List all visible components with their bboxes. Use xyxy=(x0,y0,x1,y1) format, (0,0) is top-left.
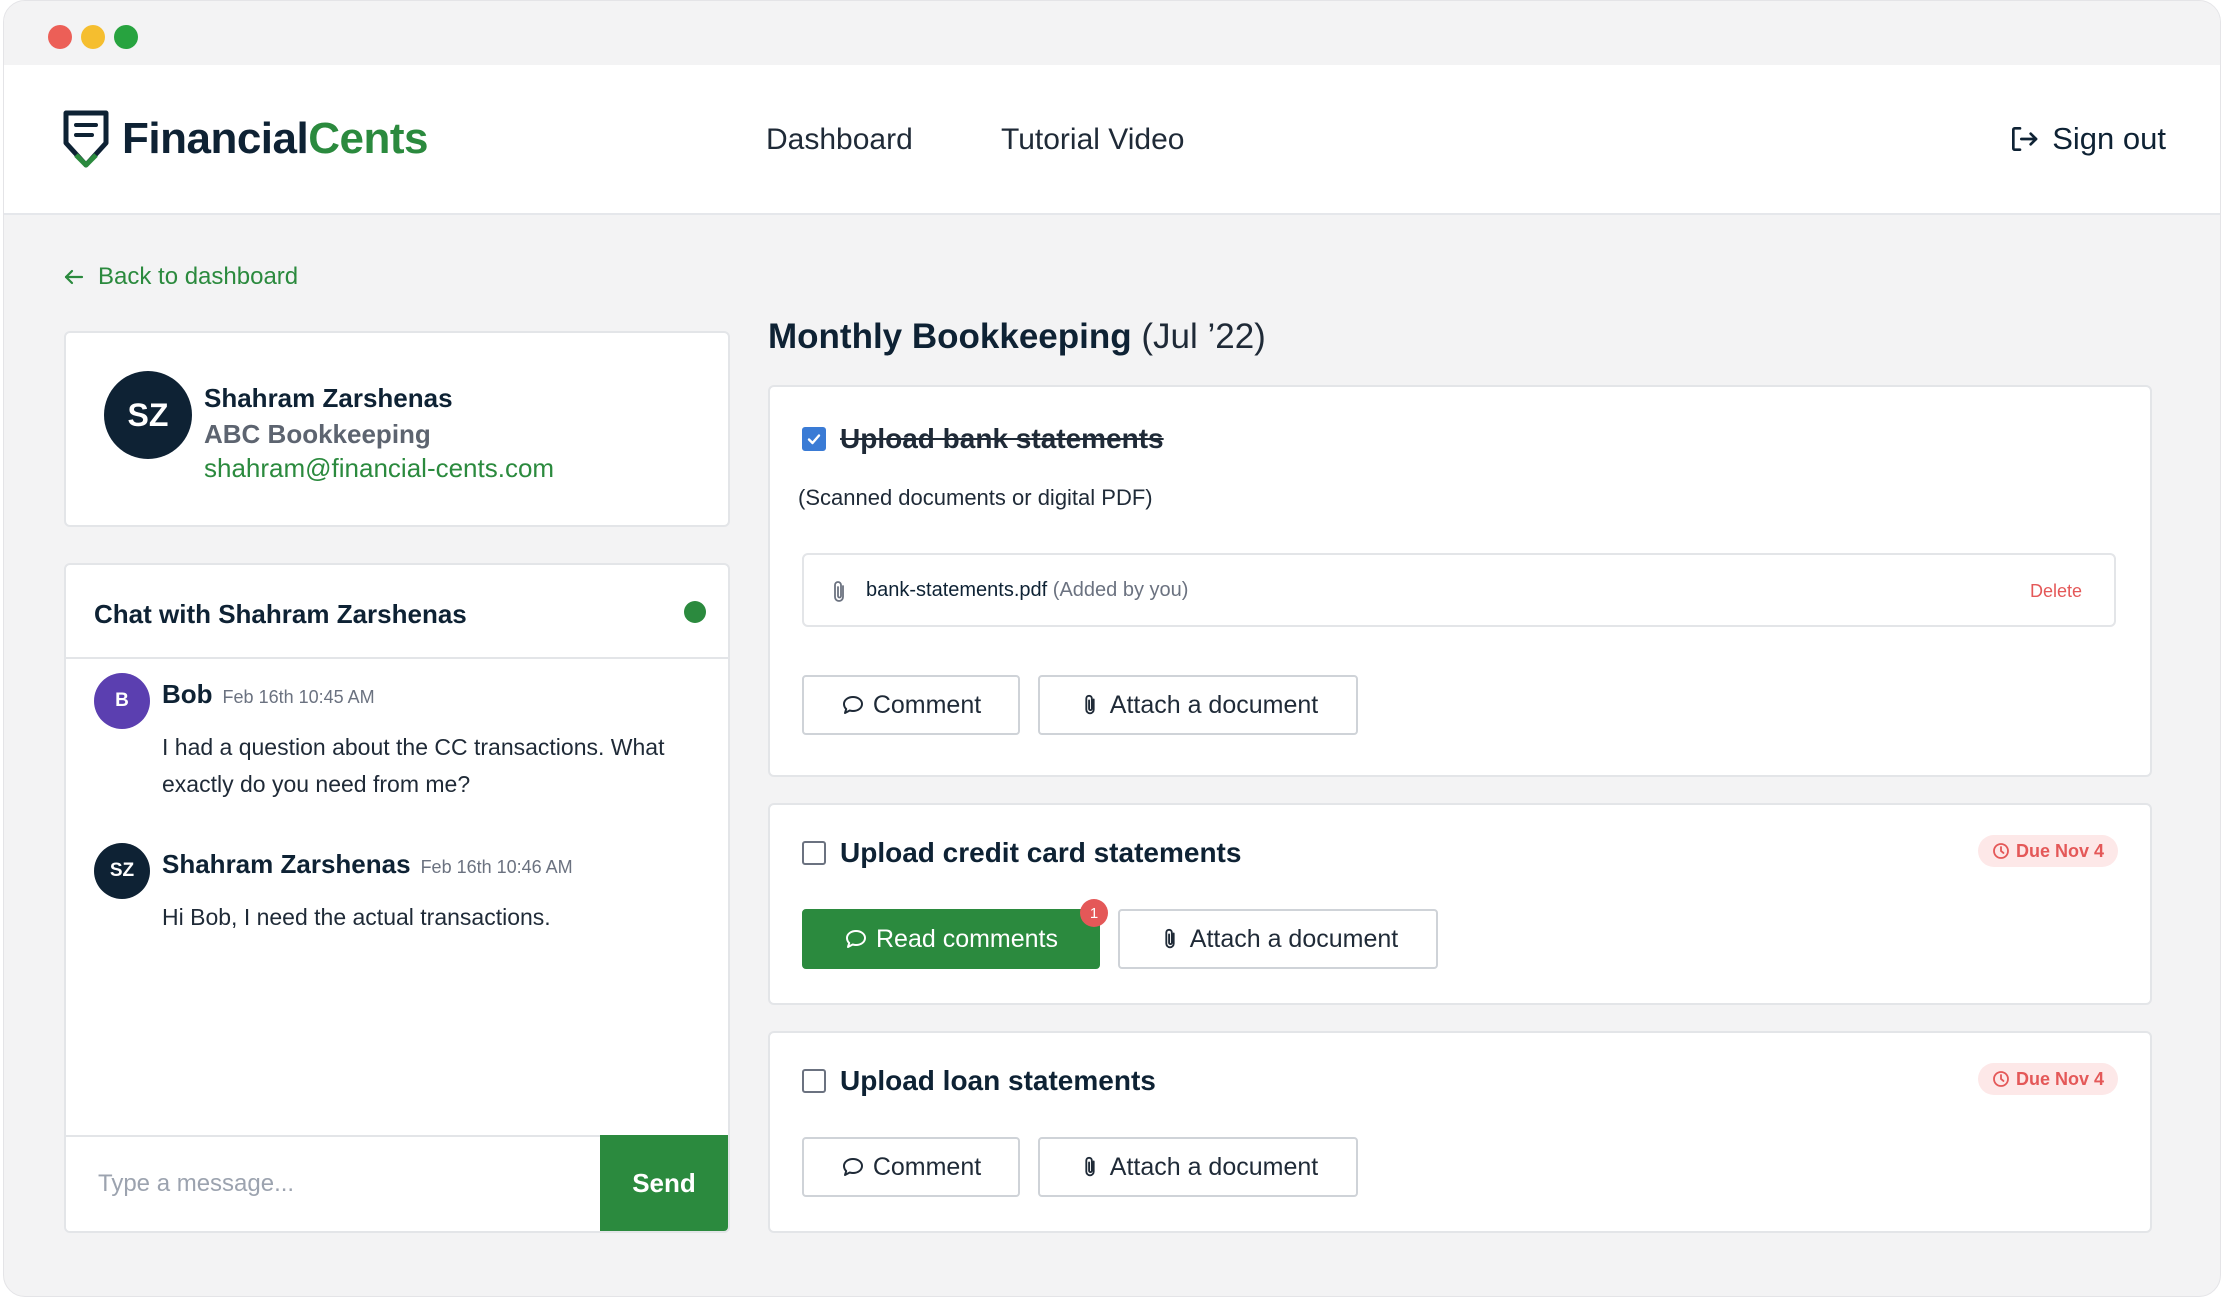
top-navbar: FinancialCents Dashboard Tutorial Video … xyxy=(4,65,2220,215)
comment-button-label: Comment xyxy=(872,690,982,719)
due-date-badge: Due Nov 4 xyxy=(1977,1063,2118,1095)
arrow-left-icon xyxy=(64,269,84,285)
attach-button-label: Attach a document xyxy=(1109,690,1319,719)
app-logo[interactable]: FinancialCents xyxy=(60,109,428,169)
task-title: Upload loan statements xyxy=(840,1065,1156,1096)
client-profile-card: SZ Shahram Zarshenas ABC Bookkeeping sha… xyxy=(64,331,730,527)
task-card: Upload loan statements Due Nov 4 Comment… xyxy=(768,1031,2152,1233)
message-text: Hi Bob, I need the actual transactions. xyxy=(162,904,551,930)
attach-button-label: Attach a document xyxy=(1109,1152,1319,1181)
app-window: FinancialCents Dashboard Tutorial Video … xyxy=(3,0,2221,1297)
attach-document-button[interactable]: Attach a document xyxy=(1038,675,1358,735)
task-card: Upload credit card statements Due Nov 4 … xyxy=(768,803,2152,1005)
logo-text: FinancialCents xyxy=(122,114,428,163)
nav-tutorial-link[interactable]: Tutorial Video xyxy=(1001,123,1184,157)
chat-header: Chat with Shahram Zarshenas xyxy=(66,565,728,659)
checkmark-icon xyxy=(807,434,821,445)
paperclip-icon xyxy=(1085,694,1095,715)
comment-button-label: Comment xyxy=(872,1152,982,1181)
task-checkbox[interactable] xyxy=(802,427,826,451)
client-email-link[interactable]: shahram@financial-cents.com xyxy=(204,453,554,484)
avatar: SZ xyxy=(94,843,150,899)
attached-file-row: bank-statements.pdf (Added by you) Delet… xyxy=(802,553,2116,627)
chat-composer: Send xyxy=(66,1135,728,1231)
message-timestamp: Feb 16th 10:46 AM xyxy=(420,857,573,877)
online-status-indicator xyxy=(684,601,706,623)
window-titlebar xyxy=(4,1,2220,65)
task-title: Upload credit card statements xyxy=(840,837,1242,868)
attach-document-button[interactable]: Attach a document xyxy=(1038,1137,1358,1197)
unread-count-badge: 1 xyxy=(1080,899,1108,927)
task-card: Upload bank statements (Scanned document… xyxy=(768,385,2152,777)
message-input[interactable] xyxy=(66,1137,600,1231)
message-text: I had a question about the CC transactio… xyxy=(162,734,665,797)
task-checkbox[interactable] xyxy=(802,841,826,865)
task-checkbox[interactable] xyxy=(802,1069,826,1093)
minimize-window-button[interactable] xyxy=(81,25,105,49)
client-name: Shahram Zarshenas xyxy=(204,383,453,413)
message-author: Bob Feb 16th 10:45 AM xyxy=(162,679,375,709)
close-window-button[interactable] xyxy=(48,25,72,49)
clock-icon xyxy=(1993,843,2009,859)
paperclip-icon xyxy=(1085,1156,1095,1177)
maximize-window-button[interactable] xyxy=(114,25,138,49)
paperclip-icon xyxy=(1165,928,1175,949)
file-name[interactable]: bank-statements.pdf (Added by you) xyxy=(866,579,1188,602)
chat-title: Chat with Shahram Zarshenas xyxy=(94,599,467,629)
task-title: Upload bank statements xyxy=(840,423,1164,454)
logo-shield-icon xyxy=(63,110,109,168)
comment-bubble-icon xyxy=(842,1158,863,1176)
paperclip-icon xyxy=(834,581,844,602)
attach-button-label: Attach a document xyxy=(1189,924,1399,953)
chat-panel: Chat with Shahram Zarshenas B Bob Feb 16t… xyxy=(64,563,730,1233)
comment-bubble-icon xyxy=(842,696,863,714)
client-company: ABC Bookkeeping xyxy=(204,419,431,449)
comment-button[interactable]: Comment xyxy=(802,675,1020,735)
read-comments-label: Read comments xyxy=(875,924,1059,953)
comment-button[interactable]: Comment xyxy=(802,1137,1020,1197)
nav-dashboard-link[interactable]: Dashboard xyxy=(766,123,913,157)
avatar: B xyxy=(94,673,150,729)
clock-icon xyxy=(1993,1071,2009,1087)
sign-out-label: Sign out xyxy=(2052,121,2166,156)
task-description: (Scanned documents or digital PDF) xyxy=(798,485,1153,510)
message-timestamp: Feb 16th 10:45 AM xyxy=(222,687,375,707)
attach-document-button[interactable]: Attach a document xyxy=(1118,909,1438,969)
sign-out-button[interactable]: Sign out xyxy=(2008,121,2166,157)
back-to-dashboard-link[interactable]: Back to dashboard xyxy=(62,263,298,291)
delete-file-button[interactable]: Delete xyxy=(2030,581,2082,602)
due-date-badge: Due Nov 4 xyxy=(1977,835,2118,867)
back-link-label: Back to dashboard xyxy=(98,263,299,290)
comment-bubble-icon xyxy=(845,930,866,948)
avatar: SZ xyxy=(104,371,192,459)
read-comments-button[interactable]: Read comments 1 xyxy=(802,899,1108,969)
message-author: Shahram Zarshenas Feb 16th 10:46 AM xyxy=(162,849,573,879)
page-title: Monthly Bookkeeping (Jul ’22) xyxy=(768,317,1266,356)
send-button[interactable]: Send xyxy=(600,1135,728,1231)
sign-out-icon xyxy=(2012,127,2038,151)
